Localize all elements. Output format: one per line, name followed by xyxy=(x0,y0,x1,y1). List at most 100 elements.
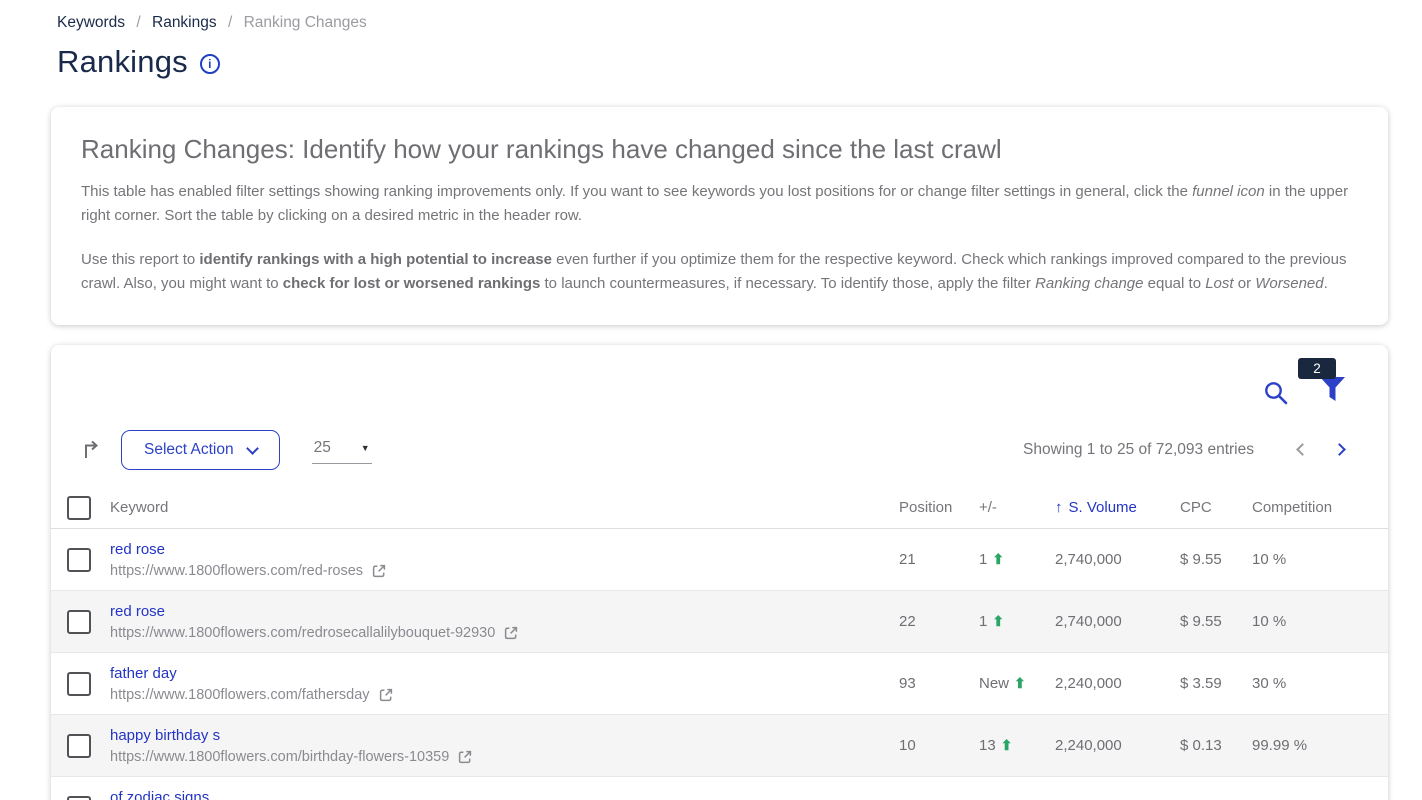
cpc-value: $ 9.55 xyxy=(1180,551,1252,568)
column-header-competition[interactable]: Competition xyxy=(1252,499,1388,516)
intro-heading: Ranking Changes: Identify how your ranki… xyxy=(81,134,1354,165)
change-value: 1 xyxy=(979,551,987,568)
showing-entries-text: Showing 1 to 25 of 72,093 entries xyxy=(1023,441,1254,459)
row-checkbox[interactable] xyxy=(67,610,91,634)
next-page-button[interactable] xyxy=(1321,433,1358,467)
keyword-link[interactable]: red rose xyxy=(110,541,165,558)
filter-value-worsened: Worsened xyxy=(1255,275,1323,292)
row-checkbox[interactable] xyxy=(67,796,91,800)
filter-value-lost: Lost xyxy=(1205,275,1233,292)
competition-value: 10 % xyxy=(1252,551,1388,568)
external-link-icon[interactable] xyxy=(503,625,519,641)
change-value: 13 xyxy=(979,737,996,754)
cpc-value: $ 0.13 xyxy=(1180,737,1252,754)
breadcrumb-link-rankings[interactable]: Rankings xyxy=(152,14,217,31)
info-icon[interactable]: i xyxy=(200,54,220,74)
toolbar-right: Showing 1 to 25 of 72,093 entries xyxy=(1023,433,1358,467)
external-link-icon[interactable] xyxy=(371,563,387,579)
external-link-icon[interactable] xyxy=(457,749,473,765)
funnel-icon-mention: funnel icon xyxy=(1192,183,1265,200)
breadcrumb-separator: / xyxy=(228,14,232,31)
intro-text: equal to xyxy=(1143,275,1205,292)
select-action-button[interactable]: Select Action xyxy=(121,430,280,470)
change-up-icon: ⬆ xyxy=(1001,737,1013,754)
table-row: red rose https://www.1800flowers.com/red… xyxy=(51,529,1388,591)
intro-bold: identify rankings with a high potential … xyxy=(199,251,552,268)
table-row: happy birthday s https://www.1800flowers… xyxy=(51,715,1388,777)
row-checkbox[interactable] xyxy=(67,548,91,572)
page-size-value: 25 xyxy=(314,439,331,457)
keyword-link[interactable]: happy birthday s xyxy=(110,727,220,744)
funnel-filter-icon[interactable]: 2 xyxy=(1319,376,1346,411)
intro-text: This table has enabled filter settings s… xyxy=(81,183,1192,200)
chevron-right-icon xyxy=(1333,443,1346,456)
keyword-url: https://www.1800flowers.com/birthday-flo… xyxy=(110,749,449,765)
keyword-url: https://www.1800flowers.com/fathersday xyxy=(110,687,370,703)
cpc-value: $ 3.59 xyxy=(1180,675,1252,692)
breadcrumb: Keywords / Rankings / Ranking Changes xyxy=(57,14,1422,32)
row-checkbox[interactable] xyxy=(67,734,91,758)
intro-bold: check for lost or worsened rankings xyxy=(283,275,541,292)
select-action-label: Select Action xyxy=(144,441,234,459)
intro-card: Ranking Changes: Identify how your ranki… xyxy=(51,107,1388,325)
volume-value: 2,240,000 xyxy=(1055,675,1180,692)
breadcrumb-separator: / xyxy=(136,14,140,31)
title-row: Rankings i xyxy=(57,44,1422,80)
row-checkbox[interactable] xyxy=(67,672,91,696)
table-row: father day https://www.1800flowers.com/f… xyxy=(51,653,1388,715)
caret-down-icon: ▼ xyxy=(361,443,370,453)
volume-value: 2,240,000 xyxy=(1055,737,1180,754)
external-link-icon[interactable] xyxy=(378,687,394,703)
table-body: red rose https://www.1800flowers.com/red… xyxy=(51,529,1388,800)
change-value: 1 xyxy=(979,613,987,630)
change-up-icon: ⬆ xyxy=(992,551,1004,568)
column-header-change[interactable]: +/- xyxy=(979,499,1055,516)
column-header-keyword[interactable]: Keyword xyxy=(110,499,899,516)
table-icon-strip: 2 xyxy=(51,345,1388,411)
intro-text: Use this report to xyxy=(81,251,199,268)
filter-name-mention: Ranking change xyxy=(1035,275,1143,292)
sort-ascending-icon: ↑ xyxy=(1055,499,1063,516)
column-header-cpc[interactable]: CPC xyxy=(1180,499,1252,516)
keyword-link[interactable]: father day xyxy=(110,665,177,682)
table-row: red rose https://www.1800flowers.com/red… xyxy=(51,591,1388,653)
position-value: 93 xyxy=(899,675,979,692)
competition-value: 99.99 % xyxy=(1252,737,1388,754)
table-toolbar: Select Action 25 ▼ Showing 1 to 25 of 72… xyxy=(51,411,1388,473)
ranking-table-card: 2 Select Action 25 xyxy=(51,345,1388,800)
chevron-left-icon xyxy=(1296,443,1309,456)
intro-text: to launch countermeasures, if necessary.… xyxy=(540,275,1035,292)
export-icon[interactable] xyxy=(81,439,103,461)
pagination xyxy=(1284,433,1358,467)
keyword-link[interactable]: of zodiac signs xyxy=(110,789,209,800)
competition-value: 30 % xyxy=(1252,675,1388,692)
page-size-select[interactable]: 25 ▼ xyxy=(312,437,372,464)
column-header-svolume[interactable]: ↑ S. Volume xyxy=(1055,499,1180,516)
search-icon[interactable] xyxy=(1263,380,1289,411)
keyword-link[interactable]: red rose xyxy=(110,603,165,620)
column-header-position[interactable]: Position xyxy=(899,499,979,516)
intro-paragraph-2: Use this report to identify rankings wit… xyxy=(81,248,1354,295)
competition-value: 10 % xyxy=(1252,613,1388,630)
chevron-down-icon xyxy=(246,442,259,455)
keyword-url: https://www.1800flowers.com/red-roses xyxy=(110,563,363,579)
cpc-value: $ 9.55 xyxy=(1180,613,1252,630)
page: Keywords / Rankings / Ranking Changes Ra… xyxy=(0,14,1422,800)
keyword-url: https://www.1800flowers.com/redrosecalla… xyxy=(110,625,495,641)
change-up-icon: ⬆ xyxy=(1014,675,1026,692)
position-value: 10 xyxy=(899,737,979,754)
position-value: 22 xyxy=(899,613,979,630)
select-all-checkbox[interactable] xyxy=(67,496,91,520)
breadcrumb-link-keywords[interactable]: Keywords xyxy=(57,14,125,31)
position-value: 21 xyxy=(899,551,979,568)
volume-value: 2,740,000 xyxy=(1055,551,1180,568)
table-row: of zodiac signs https://www.1800flowers.… xyxy=(51,777,1388,800)
intro-paragraph-1: This table has enabled filter settings s… xyxy=(81,180,1354,227)
table-header-row: Keyword Position +/- ↑ S. Volume CPC Com… xyxy=(51,487,1388,529)
breadcrumb-current: Ranking Changes xyxy=(244,14,367,31)
volume-value: 2,740,000 xyxy=(1055,613,1180,630)
toolbar-left: Select Action 25 ▼ xyxy=(81,430,372,470)
previous-page-button[interactable] xyxy=(1284,433,1321,467)
intro-text: or xyxy=(1234,275,1256,292)
page-title: Rankings xyxy=(57,44,188,80)
